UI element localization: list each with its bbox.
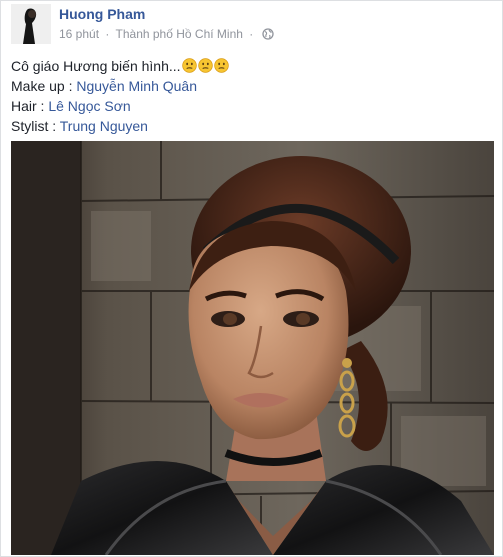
- credit-link-makeup[interactable]: Nguyễn Minh Quân: [76, 78, 197, 94]
- author-name[interactable]: Huong Pham: [59, 6, 145, 22]
- post-photo[interactable]: [11, 141, 494, 555]
- globe-icon[interactable]: [261, 28, 274, 43]
- confused-emoticon-icon: [213, 58, 229, 73]
- credit-label: Stylist :: [11, 118, 60, 134]
- credit-link-stylist[interactable]: Trung Nguyen: [60, 118, 148, 134]
- author-avatar[interactable]: [11, 4, 51, 44]
- credit-hair: Hair : Lê Ngọc Sơn: [11, 96, 491, 116]
- post-text: Cô giáo Hương biến hình... Make up : Ngu…: [11, 56, 491, 136]
- caption-text: Cô giáo Hương biến hình...: [11, 58, 181, 74]
- meta-separator: ·: [105, 27, 110, 41]
- post-card: Huong Pham 16 phút · Thành phố Hồ Chí Mi…: [0, 0, 503, 557]
- meta-separator: ·: [249, 27, 254, 41]
- post-meta: 16 phút · Thành phố Hồ Chí Minh ·: [59, 27, 274, 43]
- post-time[interactable]: 16 phút: [59, 27, 99, 41]
- credit-label: Hair :: [11, 98, 49, 114]
- confused-emoticon-icon: [197, 58, 213, 73]
- confused-emoticon-icon: [181, 58, 197, 73]
- credit-makeup: Make up : Nguyễn Minh Quân: [11, 76, 491, 96]
- credit-stylist: Stylist : Trung Nguyen: [11, 116, 491, 136]
- credit-label: Make up :: [11, 78, 77, 94]
- credit-link-hair[interactable]: Lê Ngọc Sơn: [48, 98, 130, 114]
- post-location[interactable]: Thành phố Hồ Chí Minh: [116, 27, 243, 41]
- caption-line: Cô giáo Hương biến hình...: [11, 56, 491, 76]
